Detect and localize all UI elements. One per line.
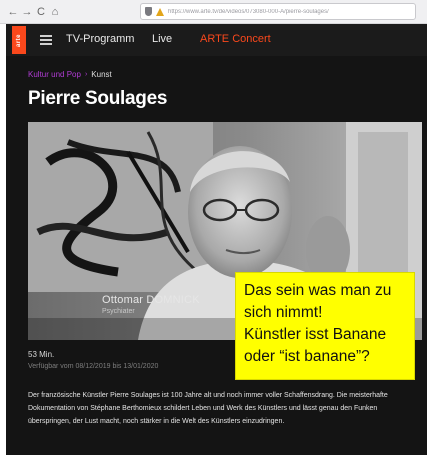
video-description: Der französische Künstler Pierre Soulage… — [28, 392, 388, 425]
arte-page: arte TV-Programm Live ARTE Concert Kultu… — [6, 24, 427, 455]
annotation-line: oder “ist banane”? — [244, 348, 370, 365]
annotation-line: Künstler isst Banane — [244, 326, 387, 343]
forward-icon[interactable]: → — [20, 0, 34, 24]
url-text[interactable]: https://www.arte.tv/de/videos/073080-000… — [168, 9, 329, 15]
annotation-line: sich nimmt! — [244, 304, 323, 321]
arte-logo[interactable]: arte — [12, 26, 26, 54]
site-header: arte TV-Programm Live ARTE Concert — [6, 24, 427, 56]
nav-arte-concert[interactable]: ARTE Concert — [200, 33, 271, 45]
home-icon[interactable]: ⌂ — [48, 0, 62, 24]
menu-icon[interactable] — [40, 35, 52, 45]
shield-icon — [145, 7, 152, 16]
page-title: Pierre Soulages — [28, 88, 168, 109]
address-bar[interactable]: https://www.arte.tv/de/videos/073080-000… — [140, 3, 416, 20]
nav-live[interactable]: Live — [152, 33, 172, 45]
back-icon[interactable]: ← — [6, 0, 20, 24]
browser-toolbar: ← → C ⌂ https://www.arte.tv/de/videos/07… — [0, 0, 427, 24]
video-duration: 53 Min. — [28, 350, 55, 359]
video-caption-role: Psychiater — [102, 308, 135, 315]
nav-tv-programm[interactable]: TV-Programm — [66, 33, 134, 45]
breadcrumb-separator: › — [84, 71, 88, 78]
video-caption-name: Ottomar DOMNICK — [102, 294, 200, 306]
annotation-note: Das sein was man zu sich nimmt! Künstler… — [235, 272, 415, 380]
annotation-line: Das sein was man zu — [244, 282, 392, 299]
breadcrumb: Kultur und Pop › Kunst — [28, 70, 112, 79]
breadcrumb-item-kunst[interactable]: Kunst — [91, 70, 111, 79]
video-availability: Verfügbar vom 08/12/2019 bis 13/01/2020 — [28, 363, 159, 370]
reload-icon[interactable]: C — [34, 0, 48, 24]
warning-icon — [156, 7, 164, 16]
breadcrumb-item-kultur[interactable]: Kultur und Pop — [28, 70, 81, 79]
